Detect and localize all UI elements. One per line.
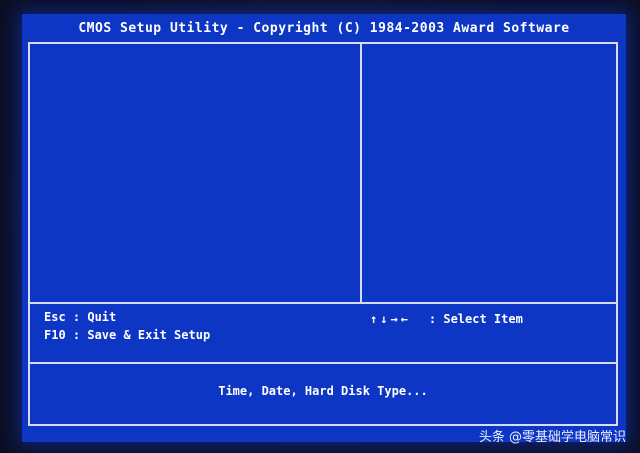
f10-save-exit-hint: F10 : Save & Exit Setup	[44, 328, 211, 342]
select-item-label: : Select Item	[428, 312, 523, 326]
menu-pane-left[interactable]	[30, 44, 362, 302]
esc-quit-hint: Esc : Quit	[44, 310, 117, 324]
help-panel: Time, Date, Hard Disk Type...	[30, 364, 616, 424]
bios-screen: CMOS Setup Utility - Copyright (C) 1984-…	[22, 14, 626, 442]
help-text: Time, Date, Hard Disk Type...	[218, 384, 428, 398]
menu-pane-right[interactable]	[362, 44, 616, 302]
watermark: 头条 @零基础学电脑常识	[478, 430, 626, 445]
select-item-hint: ↑↓→← : Select Item	[370, 312, 523, 326]
bios-title: CMOS Setup Utility - Copyright (C) 1984-…	[78, 21, 570, 36]
key-legend: Esc : Quit F10 : Save & Exit Setup ↑↓→←:…	[30, 304, 616, 362]
bios-main-frame: Esc : Quit F10 : Save & Exit Setup ↑↓→←:…	[28, 42, 618, 426]
arrow-keys-icon: ↑↓→←	[370, 312, 411, 326]
